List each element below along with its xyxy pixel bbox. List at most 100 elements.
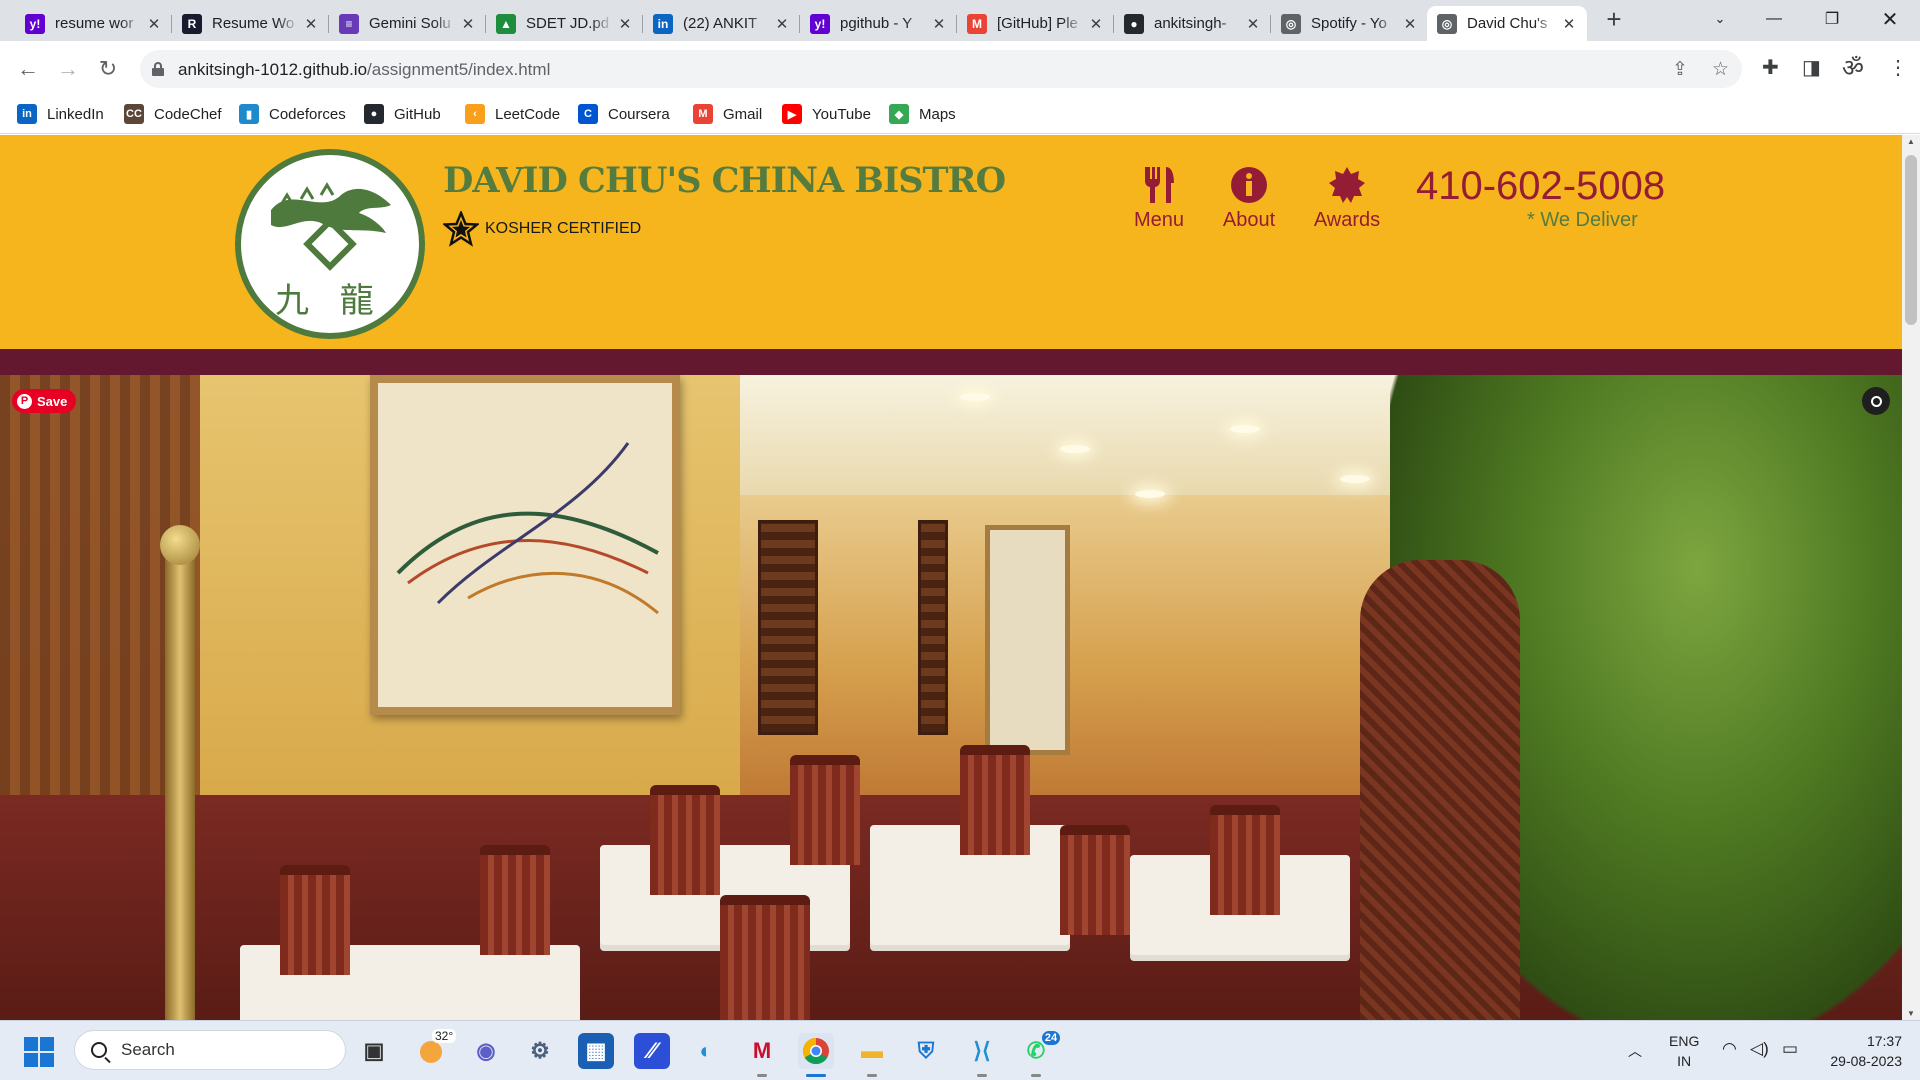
weather-sun-icon: [420, 1041, 442, 1063]
weather-widget[interactable]: 32°: [418, 1029, 457, 1069]
nav-awards[interactable]: Awards: [1310, 165, 1384, 232]
brand-name[interactable]: DAVID CHU'S CHINA BISTRO: [443, 160, 1006, 201]
scroll-down-arrow-icon[interactable]: ▼: [1907, 1009, 1915, 1018]
tab-close-icon[interactable]: ✕: [1561, 15, 1577, 33]
tab-close-icon[interactable]: ✕: [774, 15, 790, 33]
reload-button[interactable]: ↻: [92, 53, 124, 85]
chrome-logo: [802, 1037, 829, 1065]
address-bar[interactable]: ankitsingh-1012.github.io/assignment5/in…: [140, 50, 1742, 88]
bookmark-github[interactable]: ● GitHub: [364, 104, 441, 124]
nav-menu[interactable]: Menu: [1128, 165, 1190, 232]
bookmark-coursera[interactable]: C Coursera: [578, 104, 670, 124]
close-window-button[interactable]: ✕: [1866, 0, 1914, 38]
settings-gear-icon[interactable]: ⚙: [522, 1033, 558, 1069]
file-explorer-icon[interactable]: ▬: [854, 1033, 890, 1077]
info-circle-icon: [1231, 167, 1267, 203]
microsoft-store-icon[interactable]: ▦: [578, 1033, 614, 1069]
tray-overflow-chevron-icon[interactable]: ︿: [1628, 1041, 1642, 1061]
bookmark-maps[interactable]: ◆ Maps: [889, 104, 956, 124]
whatsapp-icon[interactable]: ✆ 24: [1018, 1029, 1062, 1077]
painting-brushstrokes: [396, 442, 659, 615]
share-icon[interactable]: ⇪: [1672, 58, 1688, 81]
pinterest-save-label: Save: [37, 393, 68, 409]
forward-button[interactable]: →: [52, 53, 84, 85]
scrollbar-thumb[interactable]: [1905, 155, 1917, 325]
browser-tab[interactable]: y! resume wor ✕: [15, 6, 172, 41]
browser-tab[interactable]: ◎ David Chu's ✕: [1427, 6, 1587, 41]
kebab-menu-icon[interactable]: ⋮: [1888, 55, 1908, 80]
wifi-icon[interactable]: ◠: [1722, 1039, 1737, 1059]
pinterest-save-button[interactable]: P Save: [12, 389, 77, 413]
lock-icon: [152, 62, 164, 76]
scroll-up-arrow-icon[interactable]: ▲: [1907, 137, 1915, 146]
side-panel-icon[interactable]: ◨: [1802, 55, 1821, 80]
back-button[interactable]: ←: [12, 53, 44, 85]
edge-icon[interactable]: ◐: [688, 1033, 724, 1069]
github-icon: ●: [1124, 13, 1144, 34]
language-indicator[interactable]: ENG IN: [1669, 1031, 1699, 1071]
tab-title: pgithub - Y: [840, 15, 913, 32]
bookmark-gmail[interactable]: M Gmail: [693, 104, 762, 124]
chrome-icon[interactable]: [798, 1033, 834, 1077]
bookmark-star-icon[interactable]: ☆: [1712, 58, 1729, 81]
google-lens-button[interactable]: [1862, 387, 1890, 415]
leetcode-icon: ‹: [465, 104, 485, 124]
running-indicator: [867, 1074, 877, 1077]
om-extension-icon[interactable]: ॐ: [1842, 51, 1864, 84]
minimize-button[interactable]: —: [1750, 0, 1798, 38]
volume-icon[interactable]: ◁): [1750, 1039, 1769, 1059]
browser-tab[interactable]: ● ankitsingh- ✕: [1114, 6, 1271, 41]
nav-about[interactable]: About: [1218, 165, 1280, 232]
browser-tab[interactable]: M [GitHub] Ple ✕: [957, 6, 1114, 41]
bookmark-label: CodeChef: [154, 105, 222, 123]
page-scrollbar[interactable]: ▲ ▼: [1902, 135, 1920, 1020]
yahoo-icon: y!: [810, 13, 830, 34]
teams-chat-icon[interactable]: ◉: [468, 1033, 504, 1069]
task-view-icon[interactable]: ▣: [356, 1033, 392, 1069]
tab-search-chevron-icon[interactable]: ⌄: [1696, 0, 1744, 38]
bookmark-youtube[interactable]: ▶ YouTube: [782, 104, 871, 124]
bookmark-codeforces[interactable]: ▮ Codeforces: [239, 104, 346, 124]
tab-close-icon[interactable]: ✕: [1088, 15, 1104, 33]
browser-tab[interactable]: ≡ Gemini Solu ✕: [329, 6, 486, 41]
bookmark-leetcode[interactable]: ‹ LeetCode: [465, 104, 560, 124]
tab-close-icon[interactable]: ✕: [1245, 15, 1261, 33]
tab-close-icon[interactable]: ✕: [303, 15, 319, 33]
restaurant-logo[interactable]: 九 龍: [235, 149, 425, 339]
tab-close-icon[interactable]: ✕: [617, 15, 633, 33]
browser-tab[interactable]: y! pgithub - Y ✕: [800, 6, 957, 41]
windows-start-button[interactable]: [24, 1037, 54, 1067]
bookmark-codechef[interactable]: CC CodeChef: [124, 104, 222, 124]
utensils-icon: [1145, 167, 1174, 203]
bookmark-label: Gmail: [723, 105, 763, 123]
taskbar-search-placeholder: Search: [121, 1040, 175, 1059]
photo-brass-knob: [160, 525, 200, 565]
bookmark-label: YouTube: [812, 105, 871, 123]
tab-title: Spotify - Yo: [1311, 15, 1387, 32]
tab-close-icon[interactable]: ✕: [931, 15, 947, 33]
power-automate-icon[interactable]: ⁄⁄: [634, 1033, 670, 1069]
award-badge-icon: [1329, 167, 1365, 203]
browser-tab[interactable]: R Resume Wo ✕: [172, 6, 329, 41]
vscode-icon[interactable]: ⟩⟨: [964, 1033, 1000, 1077]
tab-close-icon[interactable]: ✕: [146, 15, 162, 33]
bookmark-label: Codeforces: [269, 105, 346, 123]
browser-tab[interactable]: ◎ Spotify - Yo ✕: [1271, 6, 1428, 41]
browser-tab[interactable]: in (22) ANKIT ✕: [643, 6, 800, 41]
defender-shield-icon[interactable]: ⛨: [908, 1033, 944, 1069]
new-tab-button[interactable]: +: [1590, 0, 1638, 38]
extensions-icon[interactable]: ✚: [1762, 55, 1779, 80]
maximize-button[interactable]: ❐: [1808, 0, 1856, 38]
bookmark-linkedin[interactable]: in LinkedIn: [17, 104, 104, 124]
taskbar-search-box[interactable]: Search: [74, 1030, 346, 1070]
tab-close-icon[interactable]: ✕: [1402, 15, 1418, 33]
phone-number[interactable]: 410-602-5008: [1416, 164, 1665, 209]
weather-temp: 32°: [432, 1029, 457, 1043]
photo-chair: [650, 785, 720, 895]
mcafee-icon[interactable]: M: [744, 1033, 780, 1077]
tab-close-icon[interactable]: ✕: [460, 15, 476, 33]
browser-tab[interactable]: ▲ SDET JD.pd ✕: [486, 6, 643, 41]
url-text[interactable]: ankitsingh-1012.github.io/assignment5/in…: [178, 60, 550, 80]
battery-icon[interactable]: ▭: [1782, 1039, 1798, 1059]
clock[interactable]: 17:37 29-08-2023: [1820, 1031, 1902, 1071]
